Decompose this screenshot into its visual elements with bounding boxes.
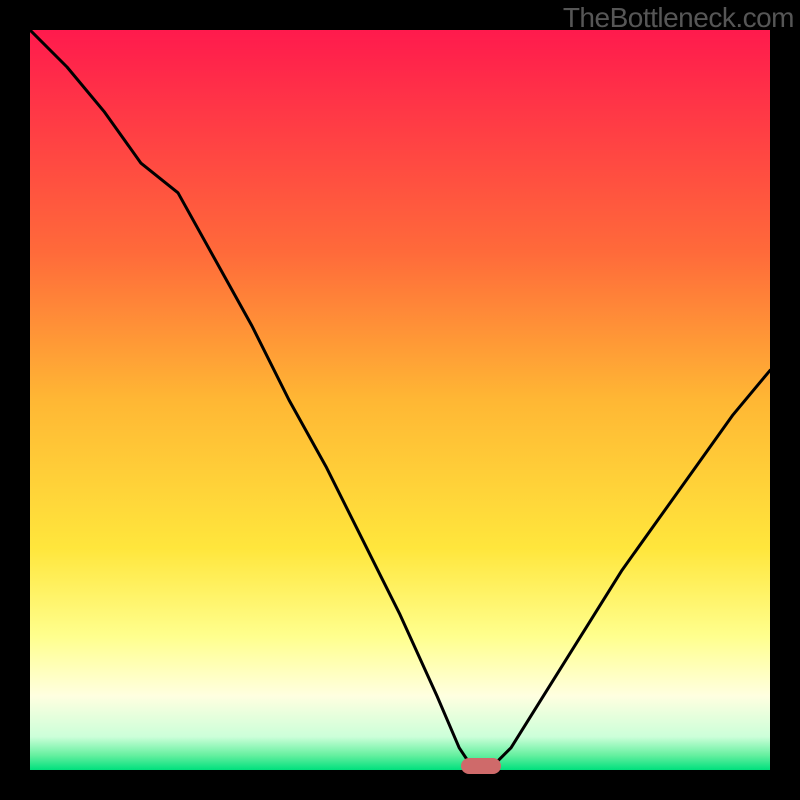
plot-area [30,30,770,770]
optimal-marker [461,758,501,774]
bottleneck-curve [30,30,770,770]
chart-frame: TheBottleneck.com [0,0,800,800]
